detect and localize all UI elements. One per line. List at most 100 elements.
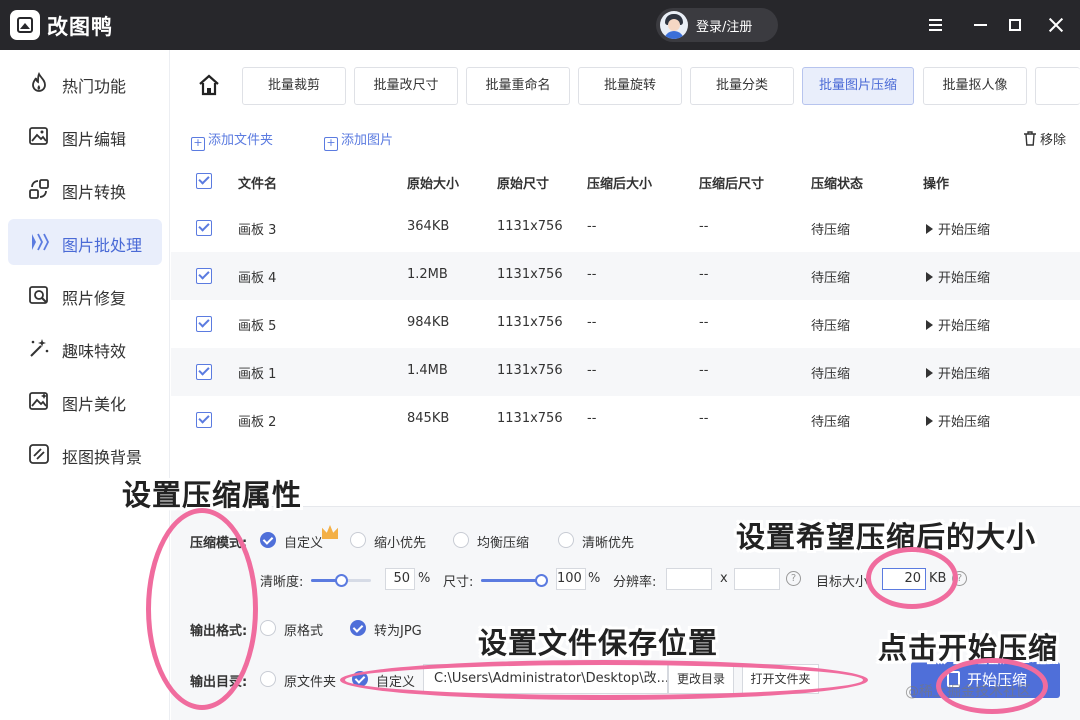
format-jpg-radio[interactable] — [350, 620, 366, 636]
cell-dims: 1131x756 — [497, 411, 563, 426]
home-icon[interactable] — [197, 74, 221, 96]
row-checkbox[interactable] — [196, 220, 212, 236]
output-original-radio[interactable] — [260, 671, 276, 687]
sidebar-item-beautify[interactable]: 图片美化 — [8, 378, 162, 424]
sidebar-label: 照片修复 — [62, 289, 127, 308]
login-button[interactable]: 登录/注册 — [656, 8, 778, 42]
row-start-compress-button[interactable]: 开始压缩 — [926, 363, 990, 382]
header-compressed-size: 压缩后大小 — [587, 177, 653, 192]
table-row[interactable]: 画板 5 984KB 1131x756 -- -- 待压缩 开始压缩 — [171, 300, 1080, 348]
play-icon — [926, 368, 933, 378]
cell-name: 画板 4 — [238, 271, 277, 286]
resolution-help-icon[interactable]: ? — [786, 571, 801, 586]
resolution-height-input[interactable] — [734, 568, 780, 590]
add-image-icon: + — [324, 137, 338, 151]
sidebar-item-batch[interactable]: 图片批处理 — [8, 219, 162, 265]
cell-name: 画板 2 — [238, 415, 277, 430]
tab-batch-resize[interactable]: 批量改尺寸 — [354, 67, 458, 105]
tab-batch-rotate[interactable]: 批量旋转 — [578, 67, 682, 105]
mode-custom-label: 自定义 — [284, 536, 324, 551]
maximize-icon[interactable] — [1004, 14, 1026, 36]
clarity-input[interactable]: 50 — [385, 568, 415, 590]
select-all-checkbox[interactable] — [196, 173, 212, 189]
size-label: 尺寸: — [443, 575, 474, 590]
remove-button[interactable]: 移除 — [1023, 129, 1066, 148]
tab-batch-crop[interactable]: 批量裁剪 — [242, 67, 346, 105]
cell-new-size: -- — [587, 411, 597, 426]
mode-balanced-radio[interactable] — [453, 532, 469, 548]
file-table: 文件名 原始大小 原始尺寸 压缩后大小 压缩后尺寸 压缩状态 操作 画板 3 36… — [171, 160, 1080, 505]
tool-tabs: 批量裁剪 批量改尺寸 批量重命名 批量旋转 批量分类 批量图片压缩 批量抠人像 — [171, 50, 1080, 120]
play-icon — [926, 320, 933, 330]
row-start-compress-button[interactable]: 开始压缩 — [926, 315, 990, 334]
format-jpg-label: 转为JPG — [374, 624, 422, 639]
cell-new-size: -- — [587, 315, 597, 330]
format-original-radio[interactable] — [260, 620, 276, 636]
table-row[interactable]: 画板 1 1.4MB 1131x756 -- -- 待压缩 开始压缩 — [171, 348, 1080, 396]
size-input[interactable]: 100 — [556, 568, 586, 590]
add-folder-button[interactable]: + 添加文件夹 — [191, 129, 273, 151]
row-start-compress-button[interactable]: 开始压缩 — [926, 267, 990, 286]
mode-clarity-radio[interactable] — [558, 532, 574, 548]
header-original-dims: 原始尺寸 — [497, 177, 550, 192]
tab-batch-rename[interactable]: 批量重命名 — [466, 67, 570, 105]
magic-wand-icon — [30, 339, 49, 357]
table-row[interactable]: 画板 4 1.2MB 1131x756 -- -- 待压缩 开始压缩 — [171, 252, 1080, 300]
mode-custom-radio[interactable] — [260, 532, 276, 548]
menu-icon[interactable] — [925, 14, 947, 36]
table-row[interactable]: 画板 2 845KB 1131x756 -- -- 待压缩 开始压缩 — [171, 396, 1080, 444]
row-action-label: 开始压缩 — [938, 319, 991, 334]
cell-dims: 1131x756 — [497, 219, 563, 234]
row-checkbox[interactable] — [196, 364, 212, 380]
mode-smaller-radio[interactable] — [350, 532, 366, 548]
format-original-label: 原格式 — [284, 624, 324, 639]
row-action-label: 开始压缩 — [938, 415, 991, 430]
sidebar-item-repair[interactable]: 照片修复 — [8, 272, 162, 318]
close-icon[interactable] — [1045, 14, 1067, 36]
tab-batch-classify[interactable]: 批量分类 — [690, 67, 794, 105]
header-compressed-dims: 压缩后尺寸 — [699, 177, 765, 192]
resolution-width-input[interactable] — [666, 568, 712, 590]
sidebar-label: 抠图换背景 — [62, 448, 143, 467]
cell-new-dims: -- — [699, 411, 709, 426]
sidebar-label: 图片美化 — [62, 395, 127, 414]
row-checkbox[interactable] — [196, 316, 212, 332]
minimize-icon[interactable] — [970, 14, 992, 36]
header-status: 压缩状态 — [811, 177, 864, 192]
clarity-slider-thumb[interactable] — [335, 574, 348, 587]
cell-name: 画板 1 — [238, 367, 277, 382]
header-original-size: 原始大小 — [407, 177, 460, 192]
tab-more[interactable] — [1035, 67, 1080, 105]
sidebar-item-convert[interactable]: 图片转换 — [8, 166, 162, 212]
cell-size: 984KB — [407, 315, 450, 330]
row-start-compress-button[interactable]: 开始压缩 — [926, 411, 990, 430]
sidebar-item-cutout[interactable]: 抠图换背景 — [8, 431, 162, 477]
clarity-slider[interactable] — [311, 574, 371, 587]
sidebar-item-effects[interactable]: 趣味特效 — [8, 325, 162, 371]
add-folder-label: 添加文件夹 — [208, 133, 274, 148]
batch-icon — [32, 233, 50, 251]
play-icon — [926, 416, 933, 426]
size-slider[interactable] — [481, 574, 548, 587]
tab-batch-compress[interactable]: 批量图片压缩 — [802, 67, 914, 105]
file-toolbar: + 添加文件夹 + 添加图片 移除 — [171, 120, 1080, 160]
avatar — [660, 11, 688, 39]
cell-size: 1.2MB — [407, 267, 448, 282]
cell-status: 待压缩 — [811, 223, 851, 238]
add-image-button[interactable]: + 添加图片 — [324, 129, 393, 151]
sidebar-item-edit[interactable]: 图片编辑 — [8, 113, 162, 159]
table-row[interactable]: 画板 3 364KB 1131x756 -- -- 待压缩 开始压缩 — [171, 204, 1080, 252]
cell-name: 画板 3 — [238, 223, 277, 238]
sidebar-label: 图片编辑 — [62, 130, 127, 149]
cell-new-dims: -- — [699, 219, 709, 234]
row-checkbox[interactable] — [196, 268, 212, 284]
row-checkbox[interactable] — [196, 412, 212, 428]
row-start-compress-button[interactable]: 开始压缩 — [926, 219, 990, 238]
sidebar-item-hot[interactable]: 热门功能 — [8, 60, 162, 106]
cell-dims: 1131x756 — [497, 315, 563, 330]
add-folder-icon: + — [191, 137, 205, 151]
sidebar: 热门功能 图片编辑 图片转换 图片批处理 照片修复 趣味特效 图片美化 抠图换背… — [0, 50, 170, 720]
size-slider-thumb[interactable] — [535, 574, 548, 587]
beautify-icon — [29, 392, 48, 410]
tab-batch-portrait-cutout[interactable]: 批量抠人像 — [923, 67, 1027, 105]
